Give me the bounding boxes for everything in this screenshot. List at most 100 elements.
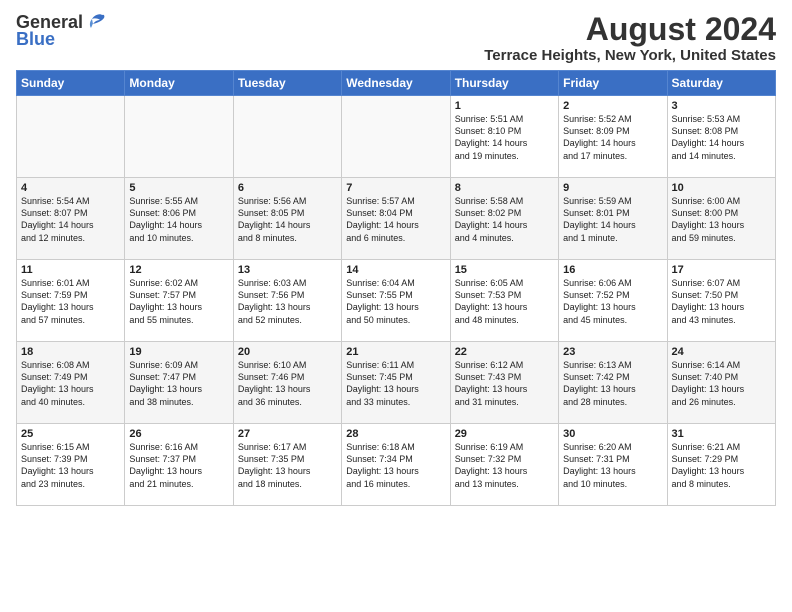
calendar-cell: 11Sunrise: 6:01 AM Sunset: 7:59 PM Dayli…: [17, 260, 125, 342]
day-number: 21: [346, 346, 445, 358]
calendar-cell: 4Sunrise: 5:54 AM Sunset: 8:07 PM Daylig…: [17, 178, 125, 260]
logo-bird-icon: [84, 13, 106, 31]
calendar-week-3: 11Sunrise: 6:01 AM Sunset: 7:59 PM Dayli…: [17, 260, 776, 342]
calendar-cell: 18Sunrise: 6:08 AM Sunset: 7:49 PM Dayli…: [17, 342, 125, 424]
day-number: 3: [672, 100, 771, 112]
calendar-cell: 26Sunrise: 6:16 AM Sunset: 7:37 PM Dayli…: [125, 424, 233, 506]
day-number: 11: [21, 264, 120, 276]
calendar-header: Sunday Monday Tuesday Wednesday Thursday…: [17, 71, 776, 96]
day-info: Sunrise: 6:20 AM Sunset: 7:31 PM Dayligh…: [563, 441, 662, 490]
calendar-week-4: 18Sunrise: 6:08 AM Sunset: 7:49 PM Dayli…: [17, 342, 776, 424]
day-info: Sunrise: 5:51 AM Sunset: 8:10 PM Dayligh…: [455, 113, 554, 162]
day-number: 27: [238, 428, 337, 440]
calendar-cell: 10Sunrise: 6:00 AM Sunset: 8:00 PM Dayli…: [667, 178, 775, 260]
header-row: Sunday Monday Tuesday Wednesday Thursday…: [17, 71, 776, 96]
day-info: Sunrise: 5:58 AM Sunset: 8:02 PM Dayligh…: [455, 195, 554, 244]
day-info: Sunrise: 6:13 AM Sunset: 7:42 PM Dayligh…: [563, 359, 662, 408]
calendar-week-1: 1Sunrise: 5:51 AM Sunset: 8:10 PM Daylig…: [17, 96, 776, 178]
day-info: Sunrise: 6:04 AM Sunset: 7:55 PM Dayligh…: [346, 277, 445, 326]
calendar-cell: 20Sunrise: 6:10 AM Sunset: 7:46 PM Dayli…: [233, 342, 341, 424]
col-friday: Friday: [559, 71, 667, 96]
day-info: Sunrise: 6:10 AM Sunset: 7:46 PM Dayligh…: [238, 359, 337, 408]
day-number: 12: [129, 264, 228, 276]
day-number: 18: [21, 346, 120, 358]
title-block: August 2024 Terrace Heights, New York, U…: [484, 12, 776, 64]
day-info: Sunrise: 5:53 AM Sunset: 8:08 PM Dayligh…: [672, 113, 771, 162]
calendar-cell: 24Sunrise: 6:14 AM Sunset: 7:40 PM Dayli…: [667, 342, 775, 424]
day-number: 22: [455, 346, 554, 358]
day-info: Sunrise: 6:21 AM Sunset: 7:29 PM Dayligh…: [672, 441, 771, 490]
calendar-table: Sunday Monday Tuesday Wednesday Thursday…: [16, 70, 776, 506]
col-saturday: Saturday: [667, 71, 775, 96]
col-tuesday: Tuesday: [233, 71, 341, 96]
calendar-cell: 19Sunrise: 6:09 AM Sunset: 7:47 PM Dayli…: [125, 342, 233, 424]
day-info: Sunrise: 5:54 AM Sunset: 8:07 PM Dayligh…: [21, 195, 120, 244]
page: General Blue August 2024 Terrace Heights…: [0, 0, 792, 514]
col-sunday: Sunday: [17, 71, 125, 96]
day-info: Sunrise: 6:02 AM Sunset: 7:57 PM Dayligh…: [129, 277, 228, 326]
day-info: Sunrise: 5:56 AM Sunset: 8:05 PM Dayligh…: [238, 195, 337, 244]
calendar-cell: 28Sunrise: 6:18 AM Sunset: 7:34 PM Dayli…: [342, 424, 450, 506]
day-info: Sunrise: 6:11 AM Sunset: 7:45 PM Dayligh…: [346, 359, 445, 408]
header: General Blue August 2024 Terrace Heights…: [16, 12, 776, 64]
calendar-cell: 25Sunrise: 6:15 AM Sunset: 7:39 PM Dayli…: [17, 424, 125, 506]
day-info: Sunrise: 6:18 AM Sunset: 7:34 PM Dayligh…: [346, 441, 445, 490]
day-number: 9: [563, 182, 662, 194]
calendar-body: 1Sunrise: 5:51 AM Sunset: 8:10 PM Daylig…: [17, 96, 776, 506]
day-info: Sunrise: 6:17 AM Sunset: 7:35 PM Dayligh…: [238, 441, 337, 490]
calendar-cell: [233, 96, 341, 178]
calendar-cell: 13Sunrise: 6:03 AM Sunset: 7:56 PM Dayli…: [233, 260, 341, 342]
calendar-cell: 9Sunrise: 5:59 AM Sunset: 8:01 PM Daylig…: [559, 178, 667, 260]
day-number: 17: [672, 264, 771, 276]
calendar-cell: 17Sunrise: 6:07 AM Sunset: 7:50 PM Dayli…: [667, 260, 775, 342]
calendar-cell: 16Sunrise: 6:06 AM Sunset: 7:52 PM Dayli…: [559, 260, 667, 342]
calendar-cell: 29Sunrise: 6:19 AM Sunset: 7:32 PM Dayli…: [450, 424, 558, 506]
calendar-cell: 31Sunrise: 6:21 AM Sunset: 7:29 PM Dayli…: [667, 424, 775, 506]
day-number: 5: [129, 182, 228, 194]
day-number: 2: [563, 100, 662, 112]
calendar-cell: 8Sunrise: 5:58 AM Sunset: 8:02 PM Daylig…: [450, 178, 558, 260]
day-number: 31: [672, 428, 771, 440]
day-number: 13: [238, 264, 337, 276]
calendar-cell: 3Sunrise: 5:53 AM Sunset: 8:08 PM Daylig…: [667, 96, 775, 178]
day-number: 26: [129, 428, 228, 440]
day-number: 28: [346, 428, 445, 440]
calendar-cell: 23Sunrise: 6:13 AM Sunset: 7:42 PM Dayli…: [559, 342, 667, 424]
day-info: Sunrise: 6:09 AM Sunset: 7:47 PM Dayligh…: [129, 359, 228, 408]
calendar-cell: 12Sunrise: 6:02 AM Sunset: 7:57 PM Dayli…: [125, 260, 233, 342]
calendar-cell: [125, 96, 233, 178]
day-info: Sunrise: 6:19 AM Sunset: 7:32 PM Dayligh…: [455, 441, 554, 490]
day-number: 30: [563, 428, 662, 440]
day-number: 14: [346, 264, 445, 276]
day-number: 29: [455, 428, 554, 440]
day-info: Sunrise: 5:57 AM Sunset: 8:04 PM Dayligh…: [346, 195, 445, 244]
day-info: Sunrise: 6:05 AM Sunset: 7:53 PM Dayligh…: [455, 277, 554, 326]
month-title: August 2024: [484, 12, 776, 47]
day-info: Sunrise: 6:03 AM Sunset: 7:56 PM Dayligh…: [238, 277, 337, 326]
day-number: 24: [672, 346, 771, 358]
location: Terrace Heights, New York, United States: [484, 47, 776, 64]
calendar-week-5: 25Sunrise: 6:15 AM Sunset: 7:39 PM Dayli…: [17, 424, 776, 506]
calendar-cell: 14Sunrise: 6:04 AM Sunset: 7:55 PM Dayli…: [342, 260, 450, 342]
calendar-cell: 22Sunrise: 6:12 AM Sunset: 7:43 PM Dayli…: [450, 342, 558, 424]
day-info: Sunrise: 6:15 AM Sunset: 7:39 PM Dayligh…: [21, 441, 120, 490]
calendar-cell: 27Sunrise: 6:17 AM Sunset: 7:35 PM Dayli…: [233, 424, 341, 506]
day-number: 4: [21, 182, 120, 194]
day-number: 20: [238, 346, 337, 358]
calendar-cell: 5Sunrise: 5:55 AM Sunset: 8:06 PM Daylig…: [125, 178, 233, 260]
day-number: 7: [346, 182, 445, 194]
day-number: 8: [455, 182, 554, 194]
day-number: 10: [672, 182, 771, 194]
calendar-cell: 30Sunrise: 6:20 AM Sunset: 7:31 PM Dayli…: [559, 424, 667, 506]
logo-blue-text: Blue: [16, 29, 55, 50]
calendar-cell: 1Sunrise: 5:51 AM Sunset: 8:10 PM Daylig…: [450, 96, 558, 178]
calendar-cell: 7Sunrise: 5:57 AM Sunset: 8:04 PM Daylig…: [342, 178, 450, 260]
day-info: Sunrise: 6:07 AM Sunset: 7:50 PM Dayligh…: [672, 277, 771, 326]
day-info: Sunrise: 6:16 AM Sunset: 7:37 PM Dayligh…: [129, 441, 228, 490]
logo: General Blue: [16, 12, 106, 50]
day-info: Sunrise: 6:00 AM Sunset: 8:00 PM Dayligh…: [672, 195, 771, 244]
calendar-cell: 2Sunrise: 5:52 AM Sunset: 8:09 PM Daylig…: [559, 96, 667, 178]
day-number: 15: [455, 264, 554, 276]
day-info: Sunrise: 5:59 AM Sunset: 8:01 PM Dayligh…: [563, 195, 662, 244]
day-number: 6: [238, 182, 337, 194]
